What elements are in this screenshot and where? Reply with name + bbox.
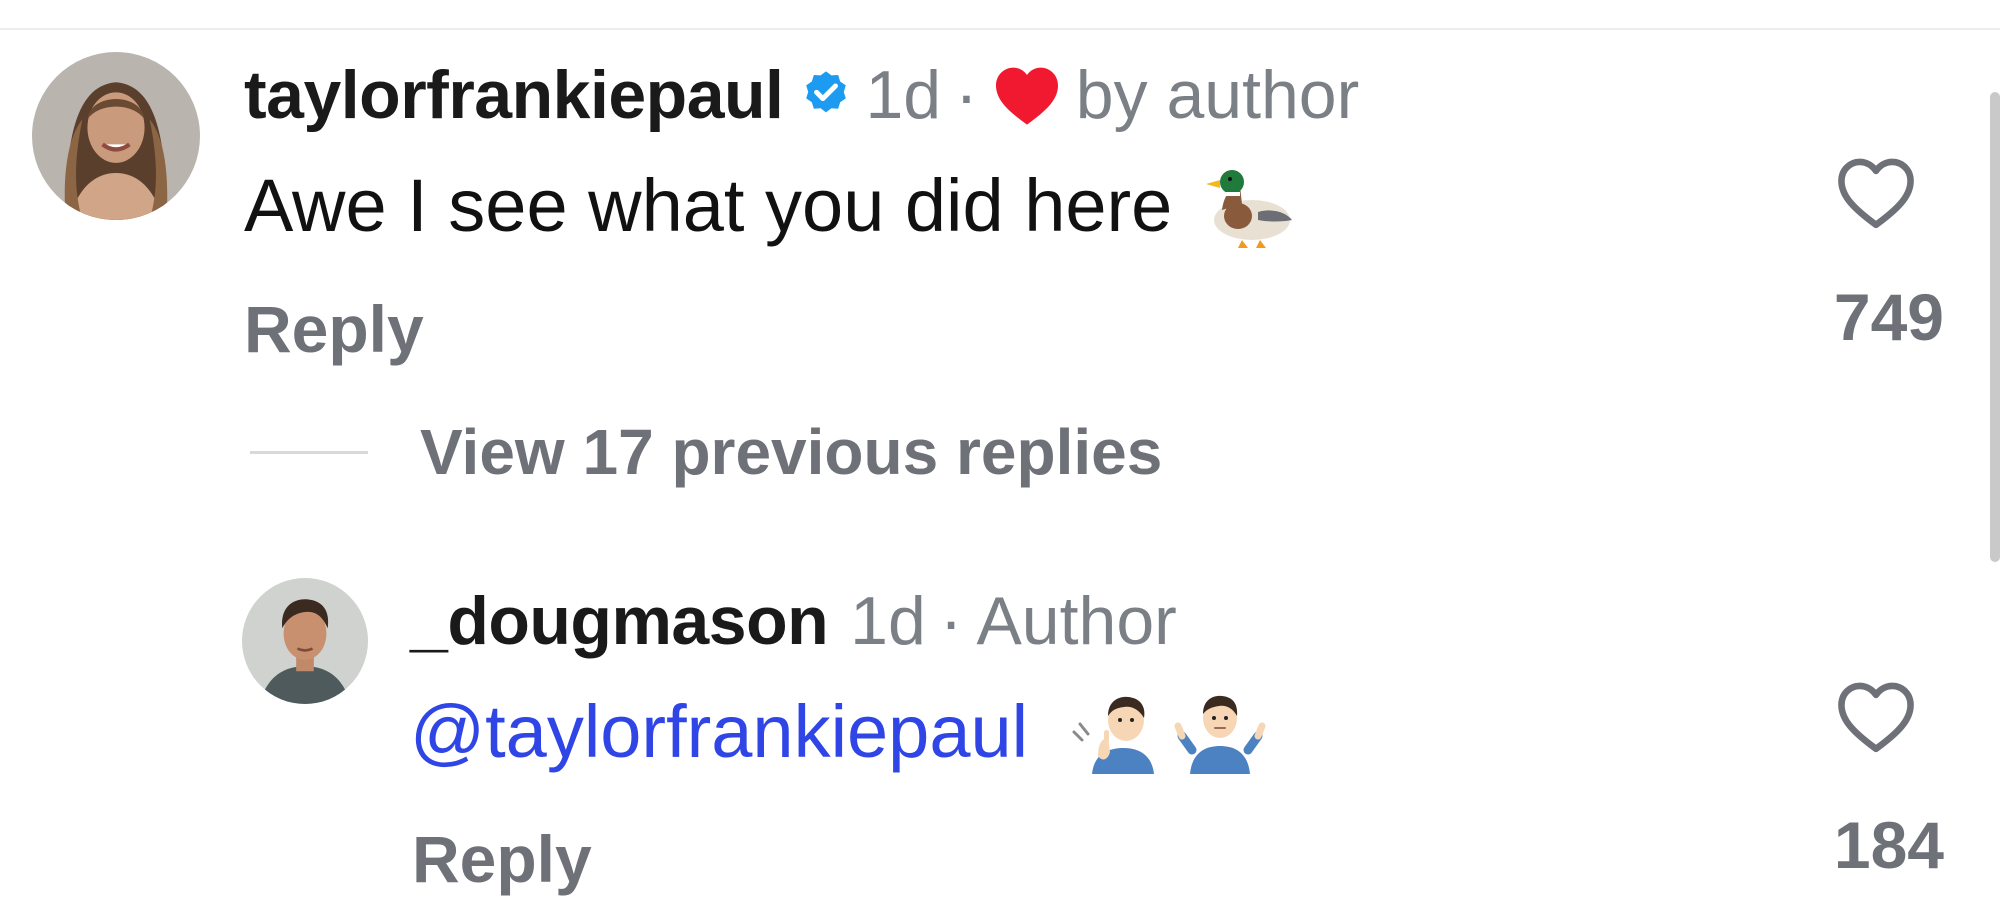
view-replies-label: View 17 previous replies xyxy=(420,416,1163,488)
avatar-image xyxy=(32,52,200,220)
comment-username[interactable]: _dougmason xyxy=(410,587,829,655)
heart-outline-icon[interactable] xyxy=(1834,154,1918,230)
liked-by-author-label: by author xyxy=(1075,57,1360,133)
reply-button[interactable]: Reply xyxy=(244,296,424,362)
duck-emoji xyxy=(1202,164,1298,248)
scrollbar[interactable] xyxy=(1990,92,2000,562)
avatar-dougmason[interactable] xyxy=(242,578,368,704)
comment-header: _dougmason 1d · Author xyxy=(410,586,1177,656)
separator-dot: · xyxy=(939,583,963,659)
comment-text: Awe I see what you did here xyxy=(244,164,1298,248)
mention-link[interactable]: @taylorfrankiepaul xyxy=(410,695,1028,769)
comment-text: @taylorfrankiepaul xyxy=(410,690,1266,774)
comment-header: taylorfrankiepaul 1d · by author xyxy=(244,60,1359,130)
avatar-taylorfrankiepaul[interactable] xyxy=(32,52,200,220)
comment-body: Awe I see what you did here xyxy=(244,164,1173,247)
comment-time: 1d xyxy=(850,583,926,659)
person-shrugging-emoji xyxy=(1174,690,1266,774)
heart-filled-icon xyxy=(992,64,1062,126)
view-previous-replies-button[interactable]: View 17 previous replies xyxy=(250,420,1162,484)
heart-outline-icon[interactable] xyxy=(1834,678,1918,754)
top-divider xyxy=(0,28,2000,30)
reply-button[interactable]: Reply xyxy=(412,826,592,892)
comments-panel: taylorfrankiepaul 1d · by author Awe I s… xyxy=(0,0,2000,910)
verified-badge-icon xyxy=(799,68,853,122)
like-count: 184 xyxy=(1833,808,1944,882)
comment-time: 1d xyxy=(865,57,942,133)
person-gesturing-emoji xyxy=(1068,690,1160,774)
like-count: 749 xyxy=(1833,280,1944,354)
comment-username[interactable]: taylorfrankiepaul xyxy=(244,61,784,129)
separator-dot: · xyxy=(955,57,978,133)
avatar-image xyxy=(242,578,368,704)
thread-line xyxy=(250,450,368,454)
author-label: Author xyxy=(976,583,1177,659)
